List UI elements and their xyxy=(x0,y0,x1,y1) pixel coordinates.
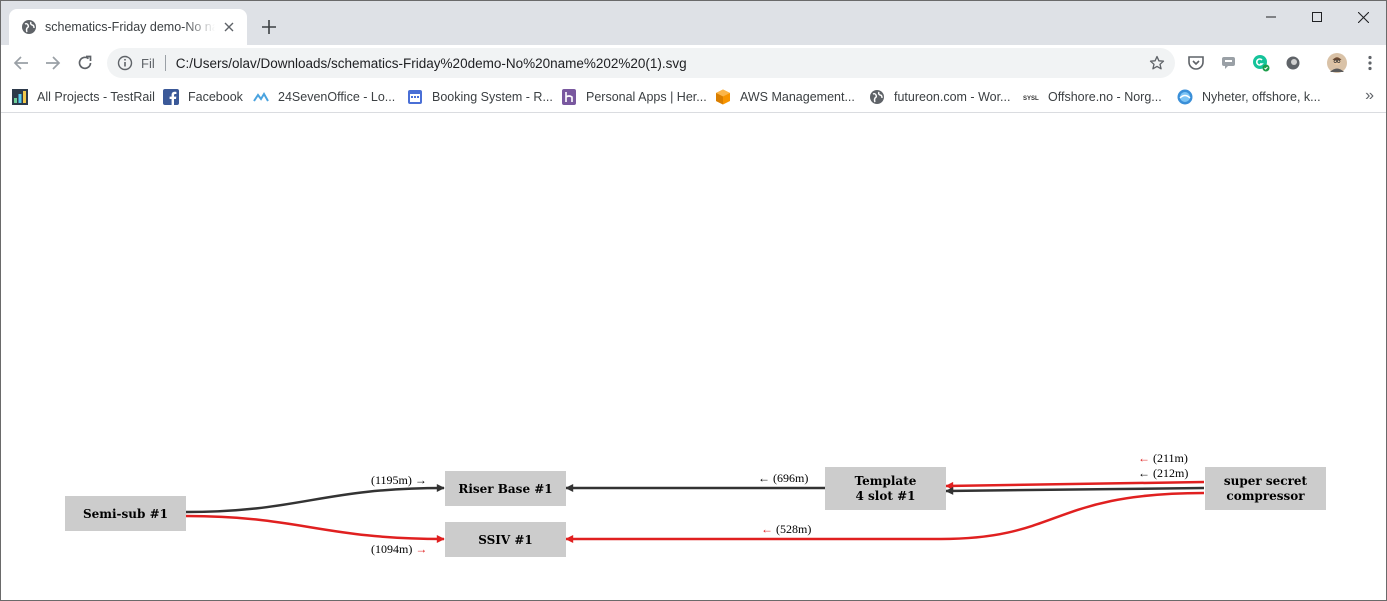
chat-extension-icon[interactable] xyxy=(1219,53,1239,73)
bookmark-news[interactable]: Nyheter, offshore, k... xyxy=(1177,87,1321,107)
arrow-right-icon: → xyxy=(415,542,427,556)
tab-title: schematics-Friday demo-No name 2 (1).svg xyxy=(45,20,215,34)
window-close-icon[interactable] xyxy=(1340,1,1386,33)
scheme-label: Fil xyxy=(141,55,155,71)
reload-button[interactable] xyxy=(71,49,99,77)
bookmark-aws[interactable]: AWS Management... xyxy=(715,87,855,107)
tab-active[interactable]: schematics-Friday demo-No name 2 (1).svg xyxy=(9,9,247,45)
arrow-left-icon: ← xyxy=(758,471,770,485)
distance-label: (696m) xyxy=(773,471,808,485)
distance-label: (1094m) xyxy=(371,542,412,556)
tab-strip: schematics-Friday demo-No name 2 (1).svg xyxy=(1,1,1386,45)
bookmark-24sevenoffice[interactable]: 24SevenOffice - Lo... xyxy=(253,87,395,107)
bookmark-label: 24SevenOffice - Lo... xyxy=(278,90,396,104)
node-label-line2: compressor xyxy=(1226,489,1305,503)
booking-icon xyxy=(408,90,422,104)
bookmark-heroku[interactable]: Personal Apps | Her... xyxy=(561,87,707,107)
schematic-diagram: (1195m) → (1094m) → ← (696m) ← (211m) ← … xyxy=(65,451,1326,557)
arrow-right-icon: → xyxy=(415,473,427,487)
pocket-icon[interactable] xyxy=(1186,53,1206,73)
distance-label: (211m) xyxy=(1153,451,1188,465)
profile-avatar[interactable] xyxy=(1327,53,1347,73)
bookmark-label: All Projects - TestRail xyxy=(37,90,155,104)
news-icon xyxy=(1177,89,1193,105)
maximize-icon[interactable] xyxy=(1294,1,1340,33)
distance-label: (212m) xyxy=(1153,466,1188,480)
edge-compressor-template-black xyxy=(945,486,1205,495)
bookmark-booking[interactable]: Booking System - R... xyxy=(407,87,553,107)
node-label: SSIV #1 xyxy=(478,533,533,547)
node-label: Semi-sub #1 xyxy=(83,507,168,521)
node-label-line1: Template xyxy=(855,474,917,488)
record-icon[interactable] xyxy=(1283,53,1303,73)
bookmark-label: Offshore.no - Norg... xyxy=(1048,90,1162,104)
grammarly-icon[interactable] xyxy=(1251,53,1271,73)
bookmark-label: AWS Management... xyxy=(740,90,855,104)
edge-label-semisub-ssiv: (1094m) → xyxy=(371,542,427,556)
node-riser-base[interactable]: Riser Base #1 xyxy=(445,471,566,506)
toolbar: Fil C:/Users/olav/Downloads/schematics-F… xyxy=(1,45,1386,81)
arrow-left-icon: ← xyxy=(1138,466,1150,480)
node-label-line1: super secret xyxy=(1224,474,1308,488)
address-bar[interactable]: Fil C:/Users/olav/Downloads/schematics-F… xyxy=(107,48,1175,78)
24sevenoffice-icon xyxy=(253,92,269,102)
bookmarks-bar: All Projects - TestRail Facebook 24Seven… xyxy=(1,81,1386,113)
bookmark-offshore[interactable]: SYSLA Offshore.no - Norg... xyxy=(1023,87,1162,107)
node-template[interactable]: Template 4 slot #1 xyxy=(825,467,946,510)
edge-label-template-riser: ← (696m) xyxy=(758,471,808,485)
bookmark-label: Facebook xyxy=(188,90,243,104)
svg-document-view: (1195m) → (1094m) → ← (696m) ← (211m) ← … xyxy=(1,114,1386,600)
edge-label-semisub-riser: (1195m) → xyxy=(371,473,427,487)
info-icon[interactable] xyxy=(117,55,133,71)
new-tab-button[interactable] xyxy=(257,15,281,39)
omnibox-separator xyxy=(164,55,166,71)
node-label: Riser Base #1 xyxy=(458,482,552,496)
svg-text:SYSLA: SYSLA xyxy=(1023,96,1039,102)
aws-icon xyxy=(716,89,730,105)
back-button[interactable] xyxy=(7,49,35,77)
node-semisub[interactable]: Semi-sub #1 xyxy=(65,496,186,531)
bookmark-label: Nyheter, offshore, k... xyxy=(1202,90,1321,104)
arrow-left-icon: ← xyxy=(1138,451,1150,465)
bookmarks-overflow-button[interactable]: » xyxy=(1365,87,1374,105)
bookmark-label: futureon.com - Wor... xyxy=(894,90,1011,104)
edge-label-compressor-template-red: ← (211m) xyxy=(1138,451,1188,465)
menu-icon[interactable] xyxy=(1360,53,1380,73)
offshore-icon: SYSLA xyxy=(1023,96,1039,102)
browser-window: schematics-Friday demo-No name 2 (1).svg xyxy=(0,0,1387,601)
star-icon[interactable] xyxy=(1149,55,1165,71)
bookmark-futureon[interactable]: futureon.com - Wor... xyxy=(869,87,1010,107)
minimize-icon[interactable] xyxy=(1248,1,1294,33)
bookmark-label: Booking System - R... xyxy=(432,90,553,104)
edge-semisub-ssiv xyxy=(185,514,445,543)
url-text[interactable]: C:/Users/olav/Downloads/schematics-Frida… xyxy=(176,56,687,71)
forward-button[interactable] xyxy=(39,49,67,77)
edge-label-compressor-ssiv: ← (528m) xyxy=(761,522,811,536)
globe-icon xyxy=(21,19,37,35)
distance-label: (1195m) xyxy=(371,473,412,487)
edge-compressor-template-red xyxy=(945,480,1205,490)
close-icon[interactable] xyxy=(221,19,237,35)
distance-label: (528m) xyxy=(776,522,811,536)
node-ssiv[interactable]: SSIV #1 xyxy=(445,522,566,557)
bookmark-label: Personal Apps | Her... xyxy=(586,90,707,104)
node-compressor[interactable]: super secret compressor xyxy=(1205,467,1326,510)
edge-label-compressor-template-black: ← (212m) xyxy=(1138,466,1188,480)
bookmark-facebook[interactable]: Facebook xyxy=(163,87,243,107)
globe-icon xyxy=(870,90,884,104)
edge-semisub-riser xyxy=(185,484,445,514)
testrail-icon xyxy=(12,89,28,105)
node-label-line2: 4 slot #1 xyxy=(856,489,916,503)
facebook-icon xyxy=(163,89,179,105)
bookmark-testrail[interactable]: All Projects - TestRail xyxy=(12,87,155,107)
heroku-icon xyxy=(562,89,576,105)
arrow-left-icon: ← xyxy=(761,522,773,536)
